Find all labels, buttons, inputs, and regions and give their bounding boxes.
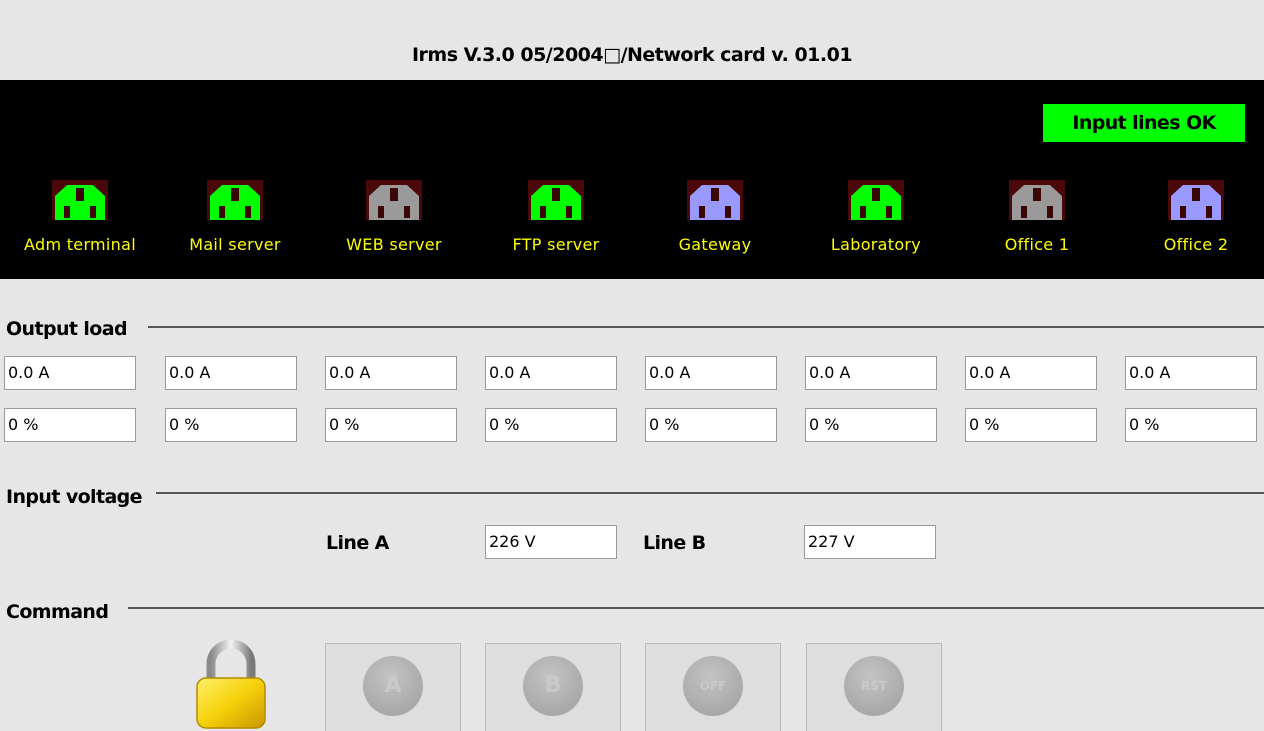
- outlet-mail-server[interactable]: Mail server: [165, 180, 305, 260]
- output-current-field[interactable]: 0.0 A: [1125, 356, 1257, 390]
- command-a-button[interactable]: A: [325, 643, 461, 731]
- power-socket-icon: [528, 180, 584, 220]
- output-current-field[interactable]: 0.0 A: [165, 356, 297, 390]
- input-voltage-heading: Input voltage: [6, 486, 143, 508]
- output-percent-field[interactable]: 0 %: [165, 408, 297, 442]
- power-socket-icon: [687, 180, 743, 220]
- line-b-label: Line B: [643, 532, 706, 554]
- section-divider: [148, 326, 1264, 328]
- output-current-field[interactable]: 0.0 A: [805, 356, 937, 390]
- outlet-adm-terminal[interactable]: Adm terminal: [10, 180, 150, 260]
- power-socket-icon: [366, 180, 422, 220]
- outlet-label: Gateway: [678, 235, 752, 254]
- output-current-field[interactable]: 0.0 A: [4, 356, 136, 390]
- section-divider: [156, 492, 1264, 494]
- line-a-label: Line A: [326, 532, 389, 554]
- outlet-office-2[interactable]: Office 2: [1126, 180, 1264, 260]
- command-rst-button[interactable]: RST: [806, 643, 942, 731]
- output-percent-field[interactable]: 0 %: [645, 408, 777, 442]
- outlet-ftp-server[interactable]: FTP server: [486, 180, 626, 260]
- command-off-button[interactable]: OFF: [645, 643, 781, 731]
- power-socket-icon: [848, 180, 904, 220]
- outlet-label: Laboratory: [830, 235, 922, 254]
- power-socket-icon: [1168, 180, 1224, 220]
- output-percent-field[interactable]: 0 %: [4, 408, 136, 442]
- output-percent-field[interactable]: 0 %: [805, 408, 937, 442]
- power-socket-icon: [207, 180, 263, 220]
- output-percent-field[interactable]: 0 %: [325, 408, 457, 442]
- outlet-label: Office 2: [1163, 235, 1229, 254]
- line-b-voltage-field[interactable]: 227 V: [804, 525, 936, 559]
- power-socket-icon: [52, 180, 108, 220]
- padlock-icon[interactable]: [193, 638, 269, 731]
- power-socket-icon: [1009, 180, 1065, 220]
- outlet-office-1[interactable]: Office 1: [967, 180, 1107, 260]
- command-heading: Command: [6, 601, 109, 623]
- outlet-label: WEB server: [346, 235, 442, 254]
- output-percent-field[interactable]: 0 %: [485, 408, 617, 442]
- output-percent-field[interactable]: 0 %: [965, 408, 1097, 442]
- command-off-label: OFF: [683, 656, 743, 716]
- command-rst-label: RST: [844, 656, 904, 716]
- outlet-label: Office 1: [1004, 235, 1070, 254]
- outlet-web-server[interactable]: WEB server: [324, 180, 464, 260]
- output-percent-field[interactable]: 0 %: [1125, 408, 1257, 442]
- output-current-field[interactable]: 0.0 A: [325, 356, 457, 390]
- outlet-laboratory[interactable]: Laboratory: [806, 180, 946, 260]
- input-lines-status-badge: Input lines OK: [1043, 104, 1245, 142]
- outlet-label: Adm terminal: [24, 235, 136, 254]
- outlet-gateway[interactable]: Gateway: [645, 180, 785, 260]
- output-load-heading: Output load: [6, 318, 128, 340]
- output-current-field[interactable]: 0.0 A: [485, 356, 617, 390]
- output-current-field[interactable]: 0.0 A: [965, 356, 1097, 390]
- command-b-button[interactable]: B: [485, 643, 621, 731]
- output-current-field[interactable]: 0.0 A: [645, 356, 777, 390]
- command-a-label: A: [363, 656, 423, 716]
- command-b-label: B: [523, 656, 583, 716]
- app-title: Irms V.3.0 05/2004□/Network card v. 01.0…: [411, 44, 853, 66]
- line-a-voltage-field[interactable]: 226 V: [485, 525, 617, 559]
- outlet-label: FTP server: [512, 235, 600, 254]
- outlet-label: Mail server: [189, 235, 281, 254]
- section-divider: [128, 607, 1264, 609]
